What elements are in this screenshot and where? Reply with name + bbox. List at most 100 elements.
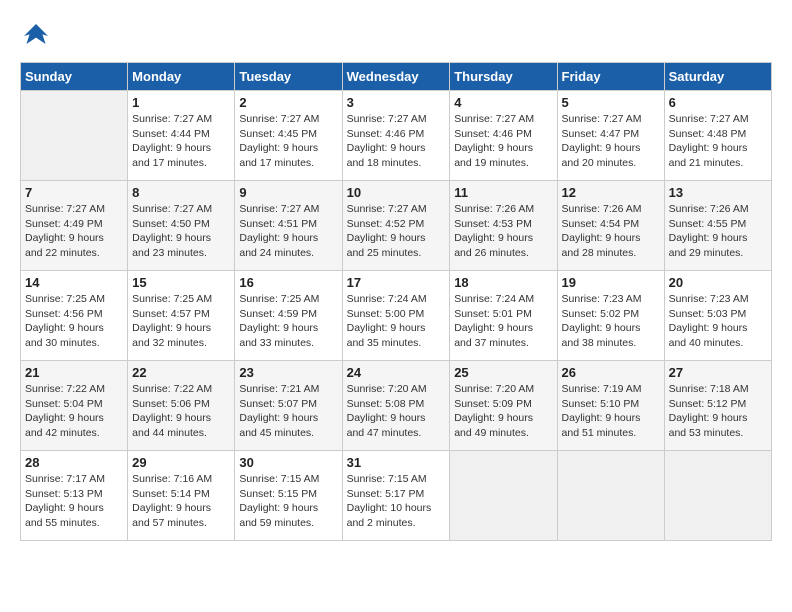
day-info: Sunrise: 7:20 AMSunset: 5:09 PMDaylight:… — [454, 382, 552, 441]
calendar-cell: 15 Sunrise: 7:25 AMSunset: 4:57 PMDayligh… — [128, 271, 235, 361]
calendar-cell: 19 Sunrise: 7:23 AMSunset: 5:02 PMDayligh… — [557, 271, 664, 361]
calendar-cell: 6 Sunrise: 7:27 AMSunset: 4:48 PMDaylight… — [664, 91, 771, 181]
calendar-cell: 28Sunrise: 7:17 AMSunset: 5:13 PMDayligh… — [21, 451, 128, 541]
day-info: Sunrise: 7:26 AMSunset: 4:53 PMDaylight:… — [454, 202, 552, 261]
column-header-saturday: Saturday — [664, 63, 771, 91]
column-header-wednesday: Wednesday — [342, 63, 450, 91]
day-info: Sunrise: 7:15 AMSunset: 5:15 PMDaylight:… — [239, 472, 337, 531]
day-info: Sunrise: 7:26 AMSunset: 4:55 PMDaylight:… — [669, 202, 767, 261]
calendar-cell — [664, 451, 771, 541]
column-header-tuesday: Tuesday — [235, 63, 342, 91]
calendar-cell: 4Sunrise: 7:27 AMSunset: 4:46 PMDaylight… — [450, 91, 557, 181]
day-info: Sunrise: 7:22 AMSunset: 5:04 PMDaylight:… — [25, 382, 123, 441]
logo-bird-icon — [20, 20, 52, 52]
calendar-week-5: 28Sunrise: 7:17 AMSunset: 5:13 PMDayligh… — [21, 451, 772, 541]
day-number: 8 — [132, 185, 230, 200]
day-info: Sunrise: 7:24 AMSunset: 5:00 PMDaylight:… — [347, 292, 446, 351]
day-number: 25 — [454, 365, 552, 380]
day-number: 21 — [25, 365, 123, 380]
calendar-cell: 5Sunrise: 7:27 AMSunset: 4:47 PMDaylight… — [557, 91, 664, 181]
calendar-week-3: 14 Sunrise: 7:25 AMSunset: 4:56 PMDayligh… — [21, 271, 772, 361]
day-info: Sunrise: 7:20 AMSunset: 5:08 PMDaylight:… — [347, 382, 446, 441]
column-header-friday: Friday — [557, 63, 664, 91]
calendar-week-2: 7Sunrise: 7:27 AMSunset: 4:49 PMDaylight… — [21, 181, 772, 271]
calendar-header-row: SundayMondayTuesdayWednesdayThursdayFrid… — [21, 63, 772, 91]
calendar-cell: 29Sunrise: 7:16 AMSunset: 5:14 PMDayligh… — [128, 451, 235, 541]
day-number: 28 — [25, 455, 123, 470]
calendar-cell: 9 Sunrise: 7:27 AMSunset: 4:51 PMDaylight… — [235, 181, 342, 271]
day-info: Sunrise: 7:22 AMSunset: 5:06 PMDaylight:… — [132, 382, 230, 441]
day-info: Sunrise: 7:27 AMSunset: 4:46 PMDaylight:… — [454, 112, 552, 171]
day-number: 16 — [239, 275, 337, 290]
day-info: Sunrise: 7:27 AMSunset: 4:50 PMDaylight:… — [132, 202, 230, 261]
calendar-cell: 27Sunrise: 7:18 AMSunset: 5:12 PMDayligh… — [664, 361, 771, 451]
day-number: 5 — [562, 95, 660, 110]
day-number: 23 — [239, 365, 337, 380]
day-info: Sunrise: 7:27 AMSunset: 4:44 PMDaylight:… — [132, 112, 230, 171]
day-info: Sunrise: 7:23 AMSunset: 5:03 PMDaylight:… — [669, 292, 767, 351]
day-number: 1 — [132, 95, 230, 110]
calendar-cell: 10 Sunrise: 7:27 AMSunset: 4:52 PMDayligh… — [342, 181, 450, 271]
calendar-cell: 20 Sunrise: 7:23 AMSunset: 5:03 PMDayligh… — [664, 271, 771, 361]
calendar-cell: 23 Sunrise: 7:21 AMSunset: 5:07 PMDayligh… — [235, 361, 342, 451]
day-number: 17 — [347, 275, 446, 290]
day-number: 19 — [562, 275, 660, 290]
day-number: 13 — [669, 185, 767, 200]
day-number: 3 — [347, 95, 446, 110]
day-info: Sunrise: 7:21 AMSunset: 5:07 PMDaylight:… — [239, 382, 337, 441]
day-info: Sunrise: 7:25 AMSunset: 4:56 PMDaylight:… — [25, 292, 123, 351]
day-number: 14 — [25, 275, 123, 290]
calendar-cell: 30 Sunrise: 7:15 AMSunset: 5:15 PMDayligh… — [235, 451, 342, 541]
day-number: 30 — [239, 455, 337, 470]
day-number: 22 — [132, 365, 230, 380]
day-info: Sunrise: 7:27 AMSunset: 4:48 PMDaylight:… — [669, 112, 767, 171]
calendar-week-1: 1 Sunrise: 7:27 AMSunset: 4:44 PMDaylight… — [21, 91, 772, 181]
day-info: Sunrise: 7:19 AMSunset: 5:10 PMDaylight:… — [562, 382, 660, 441]
day-info: Sunrise: 7:27 AMSunset: 4:51 PMDaylight:… — [239, 202, 337, 261]
calendar-cell: 14 Sunrise: 7:25 AMSunset: 4:56 PMDayligh… — [21, 271, 128, 361]
day-number: 12 — [562, 185, 660, 200]
calendar-cell: 21 Sunrise: 7:22 AMSunset: 5:04 PMDayligh… — [21, 361, 128, 451]
day-number: 9 — [239, 185, 337, 200]
day-info: Sunrise: 7:23 AMSunset: 5:02 PMDaylight:… — [562, 292, 660, 351]
calendar-cell: 24Sunrise: 7:20 AMSunset: 5:08 PMDayligh… — [342, 361, 450, 451]
calendar-cell: 26 Sunrise: 7:19 AMSunset: 5:10 PMDayligh… — [557, 361, 664, 451]
day-number: 11 — [454, 185, 552, 200]
day-number: 31 — [347, 455, 446, 470]
day-number: 27 — [669, 365, 767, 380]
calendar-cell: 31 Sunrise: 7:15 AMSunset: 5:17 PMDayligh… — [342, 451, 450, 541]
day-number: 7 — [25, 185, 123, 200]
calendar-cell: 18Sunrise: 7:24 AMSunset: 5:01 PMDayligh… — [450, 271, 557, 361]
day-info: Sunrise: 7:26 AMSunset: 4:54 PMDaylight:… — [562, 202, 660, 261]
calendar-cell: 11 Sunrise: 7:26 AMSunset: 4:53 PMDayligh… — [450, 181, 557, 271]
calendar-cell: 16Sunrise: 7:25 AMSunset: 4:59 PMDayligh… — [235, 271, 342, 361]
day-info: Sunrise: 7:27 AMSunset: 4:52 PMDaylight:… — [347, 202, 446, 261]
calendar-cell: 7Sunrise: 7:27 AMSunset: 4:49 PMDaylight… — [21, 181, 128, 271]
day-number: 15 — [132, 275, 230, 290]
column-header-thursday: Thursday — [450, 63, 557, 91]
column-header-sunday: Sunday — [21, 63, 128, 91]
calendar-cell — [557, 451, 664, 541]
day-number: 20 — [669, 275, 767, 290]
calendar-cell — [450, 451, 557, 541]
calendar-cell: 13 Sunrise: 7:26 AMSunset: 4:55 PMDayligh… — [664, 181, 771, 271]
calendar-cell: 1 Sunrise: 7:27 AMSunset: 4:44 PMDaylight… — [128, 91, 235, 181]
calendar-table: SundayMondayTuesdayWednesdayThursdayFrid… — [20, 62, 772, 541]
calendar-cell: 25 Sunrise: 7:20 AMSunset: 5:09 PMDayligh… — [450, 361, 557, 451]
calendar-cell: 3 Sunrise: 7:27 AMSunset: 4:46 PMDaylight… — [342, 91, 450, 181]
logo — [20, 20, 58, 52]
day-number: 6 — [669, 95, 767, 110]
calendar-week-4: 21 Sunrise: 7:22 AMSunset: 5:04 PMDayligh… — [21, 361, 772, 451]
calendar-cell: 17 Sunrise: 7:24 AMSunset: 5:00 PMDayligh… — [342, 271, 450, 361]
column-header-monday: Monday — [128, 63, 235, 91]
calendar-cell: 12 Sunrise: 7:26 AMSunset: 4:54 PMDayligh… — [557, 181, 664, 271]
day-number: 26 — [562, 365, 660, 380]
calendar-cell: 2 Sunrise: 7:27 AMSunset: 4:45 PMDaylight… — [235, 91, 342, 181]
day-info: Sunrise: 7:25 AMSunset: 4:57 PMDaylight:… — [132, 292, 230, 351]
day-number: 10 — [347, 185, 446, 200]
day-info: Sunrise: 7:15 AMSunset: 5:17 PMDaylight:… — [347, 472, 446, 531]
day-info: Sunrise: 7:27 AMSunset: 4:45 PMDaylight:… — [239, 112, 337, 171]
calendar-cell — [21, 91, 128, 181]
day-number: 2 — [239, 95, 337, 110]
day-info: Sunrise: 7:27 AMSunset: 4:46 PMDaylight:… — [347, 112, 446, 171]
